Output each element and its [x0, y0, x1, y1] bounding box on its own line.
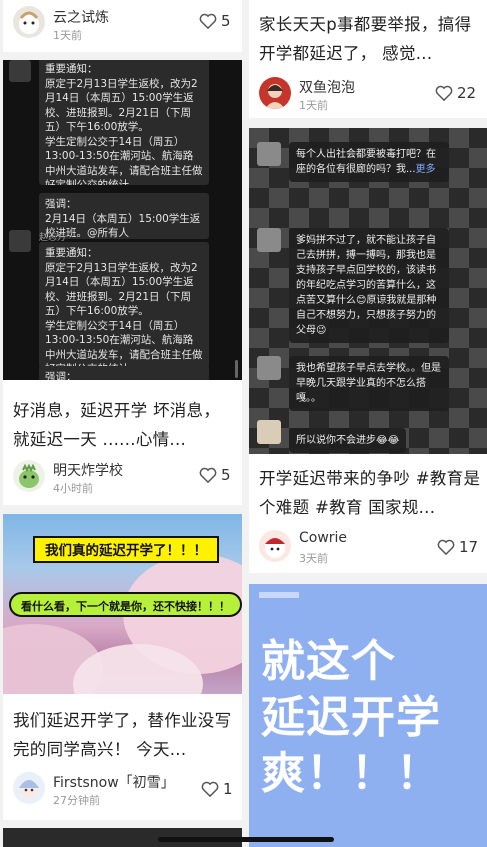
- commenter-avatar: [257, 420, 281, 444]
- chat-avatar: [9, 60, 31, 82]
- poster-line: 延迟开学: [261, 692, 441, 743]
- post-time: 27分钟前: [53, 794, 100, 807]
- post-time: 4小时前: [53, 482, 93, 495]
- like-button[interactable]: 22: [435, 84, 476, 102]
- commenter-avatar: [257, 228, 281, 252]
- user-avatar[interactable]: [13, 772, 45, 804]
- user-avatar[interactable]: [259, 530, 291, 562]
- like-count: 1: [223, 780, 233, 798]
- post-time: 1天前: [53, 29, 82, 42]
- post-title[interactable]: 开学延迟带来的争吵 #教育是个难题 #教育 国家规...: [259, 464, 481, 522]
- home-indicator[interactable]: [158, 837, 334, 842]
- like-count: 17: [459, 538, 479, 556]
- poster-line: 就这个: [261, 636, 396, 687]
- like-count: 5: [221, 466, 231, 484]
- like-count: 5: [221, 12, 231, 30]
- poster-banner-top: 我们真的延迟开学了！！！: [33, 536, 219, 563]
- heart-outline-icon: [437, 539, 455, 555]
- poster-banner-middle: 看什么看，下一个就是你，还不快接！！！: [9, 592, 242, 617]
- user-avatar[interactable]: [259, 77, 291, 109]
- post-image-text-poster[interactable]: 就这个 延迟开学 爽！！！: [249, 584, 487, 847]
- post-title[interactable]: 家长天天p事都要举报，搞得开学都延迟了， 感觉...: [259, 10, 481, 68]
- comment-bubble: 我也希望孩子早点去学校。。但是早晚几天跟学业真的不怎么搭嘎。。: [289, 356, 449, 411]
- photo-avatar-icon: [265, 84, 285, 109]
- comment-bubble: 每个人出社会都要被毒打吧？在座的各位有很廊的吗？我...更多: [289, 142, 449, 182]
- chat-message: 重要通知： 原定于2月13日学生返校，改为2月14日（本周五）15:00学生返校…: [39, 242, 209, 369]
- chat-avatar: [9, 230, 31, 252]
- poster-small-caption: [259, 592, 299, 598]
- post-image-poster[interactable]: 我们真的延迟开学了！！！ 看什么看，下一个就是你，还不快接！！！: [3, 514, 242, 694]
- username[interactable]: 明天炸学校: [53, 460, 123, 480]
- post-card[interactable]: 每个人出社会都要被毒打吧？在座的各位有很廊的吗？我...更多 爹妈拼不过了，就不…: [249, 128, 487, 573]
- post-time: 1天前: [299, 99, 328, 112]
- dinosaur-avatar-icon: [19, 463, 39, 488]
- like-button[interactable]: 1: [201, 780, 233, 798]
- post-image-comments-screenshot[interactable]: 每个人出社会都要被毒打吧？在座的各位有很廊的吗？我...更多 爹妈拼不过了，就不…: [249, 128, 487, 454]
- post-title[interactable]: 好消息，延迟开学 坏消息，就延迟一天 ......心情...: [13, 396, 235, 454]
- more-link[interactable]: 更多: [416, 164, 436, 175]
- comment-bubble: 所以说你不会进步😂😂: [289, 428, 407, 453]
- post-title[interactable]: 我们延迟开学了，替作业没写完的同学高兴！ 今天...: [13, 706, 235, 764]
- heart-outline-icon: [201, 781, 219, 797]
- post-image-chat-screenshot[interactable]: 重要通知： 原定于2月13日学生返校，改为2月14日（本周五）15:00学生返校…: [3, 60, 242, 380]
- cartoon-avatar-icon: [19, 11, 39, 34]
- heart-outline-icon: [199, 467, 217, 483]
- heart-outline-icon: [199, 13, 217, 29]
- post-time: 3天前: [299, 552, 328, 565]
- poster-line: 爽！！！: [261, 748, 441, 799]
- post-card[interactable]: 我们真的延迟开学了！！！ 看什么看，下一个就是你，还不快接！！！ 我们延迟开学了…: [3, 514, 242, 820]
- commenter-avatar: [257, 356, 281, 380]
- post-card[interactable]: 重要通知： 原定于2月13日学生返校，改为2月14日（本周五）15:00学生返校…: [3, 60, 242, 505]
- heart-outline-icon: [435, 85, 453, 101]
- scroll-indicator: [235, 360, 238, 378]
- post-card[interactable]: 就这个 延迟开学 爽！！！: [249, 584, 487, 847]
- like-button[interactable]: 5: [199, 12, 231, 30]
- username[interactable]: 云之试炼: [53, 7, 109, 27]
- anime-avatar-icon: [19, 780, 39, 798]
- like-count: 22: [457, 84, 477, 102]
- user-avatar[interactable]: [13, 6, 45, 38]
- post-card[interactable]: 云之试炼 1天前 5: [3, 0, 242, 52]
- like-button[interactable]: 5: [199, 466, 231, 484]
- username[interactable]: 双鱼泡泡: [299, 77, 355, 97]
- commenter-avatar: [257, 142, 281, 166]
- username[interactable]: Firstsnow「初雪」: [53, 772, 175, 792]
- chat-message: 重要通知： 原定于2月13日学生返校，改为2月14日（本周五）15:00学生返校…: [39, 60, 209, 185]
- post-card[interactable]: 家长天天p事都要举报，搞得开学都延迟了， 感觉... 双鱼泡泡 1天前 22: [249, 0, 487, 118]
- comment-bubble: 爹妈拼不过了，就不能让孩子自己去拼拼，搏一搏吗，那我也是支持孩子早点回学校的，该…: [289, 228, 449, 343]
- chat-message: 强调：: [39, 366, 209, 380]
- username[interactable]: Cowrie: [299, 530, 347, 546]
- cartoon-avatar-icon: [265, 538, 285, 558]
- like-button[interactable]: 17: [437, 538, 478, 556]
- user-avatar[interactable]: [13, 460, 45, 492]
